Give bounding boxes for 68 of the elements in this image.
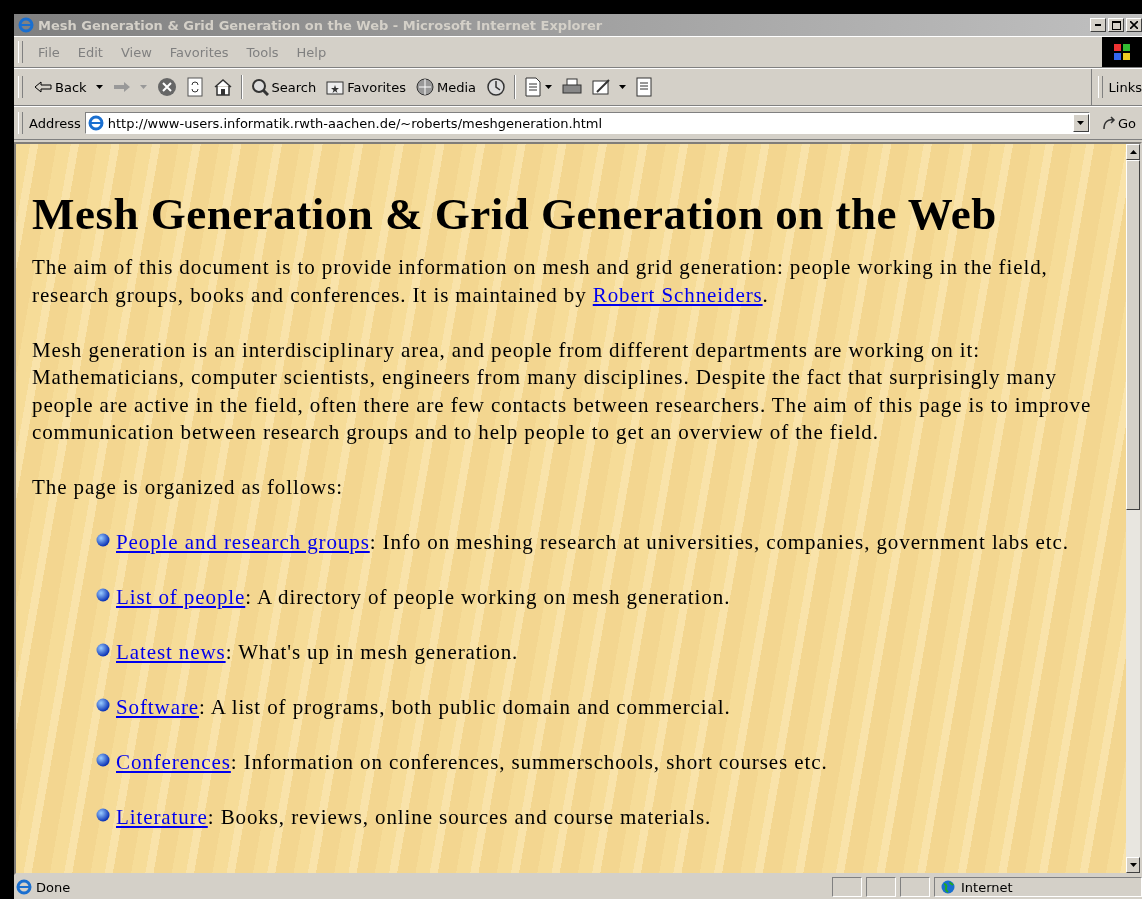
back-arrow-icon [34,81,52,93]
globe-icon [941,880,955,894]
page-icon [87,115,104,131]
document-icon [524,77,542,97]
status-pane [900,877,930,897]
pencil-page-icon [592,78,612,96]
section-link[interactable]: Literature [116,805,208,829]
status-pane [866,877,896,897]
clock-icon [486,77,506,97]
address-field[interactable]: http://www-users.informatik.rwth-aachen.de/~roberts/meshgeneration.html [84,112,1090,134]
back-button[interactable]: Back [29,77,108,97]
maximize-button[interactable] [1108,18,1124,32]
section-link[interactable]: Software [116,695,199,719]
status-pane [832,877,862,897]
list-item-text: List of people: A directory of people working on mesh generation. [116,584,731,611]
caret-icon [1077,121,1085,125]
up-arrow-icon [1129,150,1137,154]
favorites-button[interactable]: Favorites [321,77,411,97]
dropdown-button[interactable] [1072,114,1089,132]
stop-icon [156,77,177,97]
home-icon [212,78,233,96]
search-button[interactable]: Search [245,76,322,98]
bullet-icon [96,808,110,822]
address-label: Address [29,115,81,131]
description-paragraph: Mesh generation is an interdisciplinary area, and people from different departments are working on it: Mathematicians, computer scientists, engineers from many disciplines. Despite the fact that surprisingly many people are active in the field, often there are few contacts between researchers. The aim of this page is to improve communication between research groups and to help people to get an overview of the field. [32,336,1093,446]
zone-text: Internet [961,879,1013,895]
caret-icon [95,85,103,89]
intro-paragraph: The aim of this document is to provide information on mesh and grid generation: people working in the field, research groups, books and conferences. It is maintained by Robert Schneiders. [32,254,1049,309]
maximize-icon [1111,20,1121,30]
close-button[interactable] [1126,18,1142,32]
media-button[interactable]: Media [410,76,481,98]
section-link[interactable]: People and research groups [116,530,370,554]
minimize-icon [1095,24,1101,26]
page-heading: Mesh Generation & Grid Generation on the Web [32,188,998,240]
list-item-text: Latest news: What's up in mesh generation. [116,639,519,666]
section-link[interactable]: Conferences [116,750,231,774]
bullet-icon [96,588,110,602]
list-item-text: Literature: Books, reviews, online sources and course materials. [116,804,712,831]
status-text: Done [36,879,72,895]
refresh-icon [186,77,203,97]
section-link[interactable]: List of people [116,585,246,609]
windows-flag-icon [1102,37,1142,67]
browser-logo-icon [18,17,34,33]
caret-icon [545,85,552,89]
minimize-button[interactable] [1090,18,1106,32]
bullet-icon [96,753,110,767]
close-icon [1130,21,1138,29]
page-icon [16,879,32,895]
bullet-icon [96,533,110,547]
printer-icon [562,78,582,96]
links-label[interactable]: Links [1108,79,1142,95]
list-item-text: Conferences: Information on conferences, summerschools, short courses etc. [116,749,828,776]
list-intro-text: The page is organized as follows: [32,474,344,501]
caret-icon [139,85,147,89]
curved-arrow-icon [1101,116,1116,130]
bullet-icon [96,643,110,657]
caret-icon [619,85,626,89]
caret-icon [1129,863,1137,867]
bullet-icon [96,698,110,712]
list-item-text: Software: A list of programs, both public domain and commercial. [116,694,731,721]
search-icon [250,78,269,96]
note-icon [636,77,652,97]
author-link[interactable]: Robert Schneiders [592,282,763,307]
list-item-text: People and research groups: Info on meshing research at universities, companies, government labs etc. [116,529,1069,556]
globe-icon [415,78,434,96]
go-button[interactable]: Go [1089,115,1142,131]
forward-arrow-icon [112,81,131,93]
section-link[interactable]: Latest news [116,640,226,664]
